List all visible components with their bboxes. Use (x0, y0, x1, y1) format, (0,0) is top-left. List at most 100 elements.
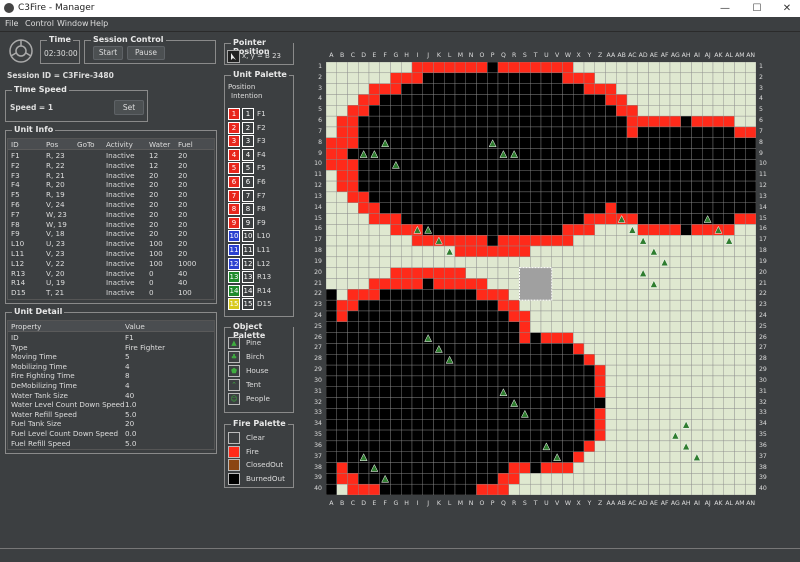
map-cell[interactable] (551, 289, 563, 301)
map-cell[interactable] (336, 364, 348, 377)
map-cell[interactable] (336, 278, 348, 290)
unit-intention-marker[interactable]: 14 (242, 284, 254, 297)
map-cell[interactable] (401, 137, 413, 149)
map-cell[interactable] (669, 256, 681, 268)
map-cell[interactable] (605, 408, 617, 420)
table-row[interactable]: R14 U, 19 Inactive 0 40 (8, 278, 214, 288)
map-cell[interactable] (347, 115, 359, 128)
map-cell[interactable] (702, 137, 714, 149)
map-cell[interactable] (616, 72, 628, 84)
map-cell[interactable] (723, 451, 735, 463)
map-cell[interactable] (368, 267, 380, 279)
map-cell[interactable] (626, 148, 638, 160)
map-cell[interactable] (530, 180, 542, 193)
map-cell[interactable] (326, 278, 337, 290)
map-cell[interactable] (465, 299, 477, 312)
map-cell[interactable] (540, 451, 552, 463)
map-cell[interactable] (583, 343, 595, 355)
map-cell[interactable] (411, 299, 423, 312)
map-cell[interactable] (358, 180, 370, 193)
map-cell[interactable] (680, 137, 692, 149)
map-cell[interactable] (702, 62, 714, 74)
map-cell[interactable] (616, 419, 628, 431)
map-cell[interactable] (605, 213, 617, 225)
map-cell[interactable] (358, 245, 370, 258)
map-cell[interactable] (444, 278, 456, 290)
map-cell[interactable] (594, 299, 606, 312)
map-cell[interactable] (573, 429, 585, 442)
map-cell[interactable] (326, 375, 337, 387)
map-cell[interactable] (336, 419, 348, 431)
map-cell[interactable] (454, 105, 466, 117)
map-cell[interactable] (605, 105, 617, 117)
map-cell[interactable] (680, 180, 692, 193)
map-cell[interactable] (594, 159, 606, 171)
map-cell[interactable] (433, 202, 445, 214)
map-cell[interactable] (454, 386, 466, 398)
map-cell[interactable] (637, 332, 649, 344)
map-cell[interactable] (347, 72, 359, 84)
map-cell[interactable] (573, 408, 585, 420)
map-cell[interactable] (659, 440, 671, 452)
map-cell[interactable] (401, 267, 413, 279)
map-cell[interactable] (347, 386, 359, 398)
map-cell[interactable] (691, 364, 703, 377)
map-cell[interactable] (616, 62, 628, 74)
map-cell[interactable] (487, 397, 499, 409)
map-cell[interactable] (648, 115, 660, 128)
map-cell[interactable] (551, 224, 563, 236)
map-cell[interactable] (616, 375, 628, 387)
map-cell[interactable] (454, 213, 466, 225)
map-cell[interactable] (712, 397, 724, 409)
map-cell[interactable] (659, 278, 671, 290)
maximize-button[interactable]: ☐ (742, 0, 772, 17)
map-cell[interactable] (626, 278, 638, 290)
map-cell[interactable] (530, 440, 542, 452)
map-cell[interactable] (691, 148, 703, 160)
map-cell[interactable] (401, 483, 413, 495)
map-cell[interactable] (487, 483, 499, 495)
map-cell[interactable] (379, 170, 391, 182)
map-cell[interactable] (551, 278, 563, 290)
map-cell[interactable] (583, 234, 595, 247)
map-cell[interactable] (358, 62, 370, 74)
map-cell[interactable] (465, 278, 477, 290)
map-cell[interactable] (712, 321, 724, 333)
unit-position-marker[interactable]: 4 (228, 148, 240, 161)
map-cell[interactable] (411, 473, 423, 485)
map-cell[interactable] (626, 137, 638, 149)
map-cell[interactable] (368, 310, 380, 323)
map-cell[interactable] (422, 419, 434, 431)
map-cell[interactable] (562, 245, 574, 258)
map-cell[interactable] (594, 105, 606, 117)
map-cell[interactable] (336, 105, 348, 117)
map-cell[interactable] (487, 364, 499, 377)
map-cell[interactable] (444, 137, 456, 149)
map-cell[interactable] (368, 354, 380, 366)
map-cell[interactable] (454, 289, 466, 301)
map-cell[interactable] (497, 397, 509, 409)
map-cell[interactable] (745, 83, 756, 95)
map-cell[interactable] (702, 408, 714, 420)
map-cell[interactable] (454, 170, 466, 182)
map-cell[interactable] (637, 105, 649, 117)
map-cell[interactable] (519, 105, 531, 117)
map-cell[interactable] (487, 310, 499, 323)
map-cell[interactable] (648, 137, 660, 149)
map-cell[interactable] (680, 94, 692, 106)
map-cell[interactable] (680, 105, 692, 117)
map-cell[interactable] (594, 278, 606, 290)
map-cell[interactable] (723, 126, 735, 138)
map-cell[interactable] (745, 256, 756, 268)
map-cell[interactable] (401, 440, 413, 452)
map-cell[interactable] (573, 364, 585, 377)
map-cell[interactable] (454, 202, 466, 214)
map-cell[interactable] (712, 105, 724, 117)
map-cell[interactable] (562, 364, 574, 377)
map-cell[interactable] (691, 202, 703, 214)
map-cell[interactable] (465, 180, 477, 193)
map-cell[interactable] (422, 115, 434, 128)
unit-intention-marker[interactable]: 15 (242, 298, 254, 311)
map-cell[interactable] (519, 126, 531, 138)
map-cell[interactable] (616, 321, 628, 333)
